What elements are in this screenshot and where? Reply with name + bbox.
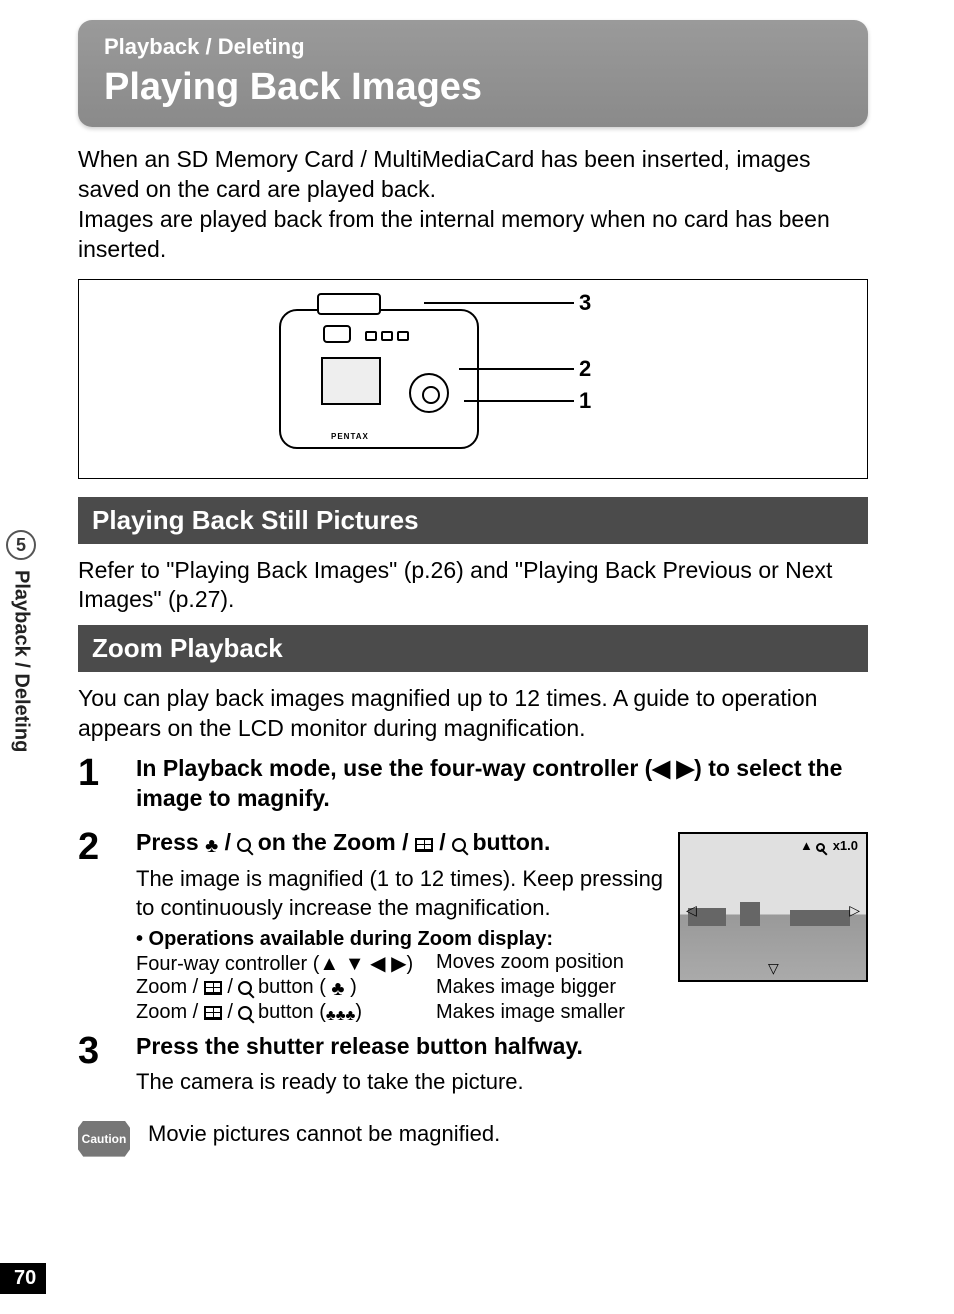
down-pan-icon: ▽ xyxy=(768,960,779,977)
step-3-title: Press the shutter release button halfway… xyxy=(136,1032,868,1062)
side-tab: 5 Playback / Deleting xyxy=(0,530,42,1240)
right-arrow-icon: ▶ xyxy=(676,755,694,781)
diagram-callout-3: 3 xyxy=(579,290,591,316)
section-heading-still: Playing Back Still Pictures xyxy=(78,497,868,544)
step-1-title: In Playback mode, use the four-way contr… xyxy=(136,754,868,814)
chapter-number-badge: 5 xyxy=(6,530,36,560)
camera-diagram: PENTAX 1 2 3 xyxy=(78,279,868,479)
wide-trees-icon: ♣♣♣ xyxy=(326,1007,356,1024)
page-title: Playing Back Images xyxy=(104,66,842,109)
magnifier-icon xyxy=(816,843,825,852)
section-text-still: Refer to "Playing Back Images" (p.26) an… xyxy=(78,556,868,616)
up-arrow-icon: ▲ xyxy=(319,953,339,975)
title-band: Playback / Deleting Playing Back Images xyxy=(78,20,868,127)
down-arrow-icon: ▼ xyxy=(345,953,365,975)
side-tab-label: Playback / Deleting xyxy=(10,570,33,800)
diagram-callout-2: 2 xyxy=(579,356,591,382)
ops-row: Zoom / / button (♣♣♣) Makes image smalle… xyxy=(136,1001,868,1024)
camera-brand-label: PENTAX xyxy=(331,432,369,441)
thumbnail-icon xyxy=(204,1006,222,1020)
page-content: Playback / Deleting Playing Back Images … xyxy=(78,20,868,1157)
step-2: 2 ▲ x1.0 ◁ ▷ ▽ Press ♣ / on the Zoom / /… xyxy=(78,828,868,1024)
lead-paragraph: When an SD Memory Card / MultiMediaCard … xyxy=(78,145,868,265)
magnifier-icon xyxy=(238,1006,252,1020)
tele-tree-icon: ♣ xyxy=(205,833,218,859)
right-arrow-icon: ▶ xyxy=(391,953,406,975)
caution-block: Caution Movie pictures cannot be magnifi… xyxy=(78,1121,868,1157)
step-number: 3 xyxy=(78,1032,118,1102)
tele-tree-icon: ♣ xyxy=(331,978,344,1001)
diagram-callout-1: 1 xyxy=(579,388,591,414)
caution-badge: Caution xyxy=(78,1121,130,1157)
left-arrow-icon: ◀ xyxy=(370,953,385,975)
breadcrumb: Playback / Deleting xyxy=(104,34,842,60)
camera-illustration: PENTAX xyxy=(279,309,479,449)
step-number: 1 xyxy=(78,754,118,820)
left-arrow-icon: ◀ xyxy=(652,755,670,781)
ops-row: Zoom / / button ( ♣ ) Makes image bigger xyxy=(136,976,664,1001)
section-heading-zoom: Zoom Playback xyxy=(78,625,868,672)
caution-text: Movie pictures cannot be magnified. xyxy=(148,1121,500,1147)
zoom-overlay: ▲ x1.0 xyxy=(800,838,858,853)
step-1: 1 In Playback mode, use the four-way con… xyxy=(78,754,868,820)
page-number: 70 xyxy=(0,1263,46,1294)
magnifier-icon xyxy=(237,838,251,852)
step-3-desc: The camera is ready to take the picture. xyxy=(136,1068,868,1097)
step-number: 2 xyxy=(78,828,118,1024)
right-pan-icon: ▷ xyxy=(849,902,860,919)
magnifier-icon xyxy=(452,838,466,852)
left-pan-icon: ◁ xyxy=(686,902,697,919)
step-3: 3 Press the shutter release button halfw… xyxy=(78,1032,868,1102)
magnifier-icon xyxy=(238,981,252,995)
section-text-zoom: You can play back images magnified up to… xyxy=(78,684,868,744)
thumbnail-icon xyxy=(415,838,433,852)
zoom-preview: ▲ x1.0 ◁ ▷ ▽ xyxy=(678,832,868,982)
ops-row: Four-way controller (▲ ▼ ◀ ▶) Moves zoom… xyxy=(136,951,664,976)
thumbnail-icon xyxy=(204,981,222,995)
